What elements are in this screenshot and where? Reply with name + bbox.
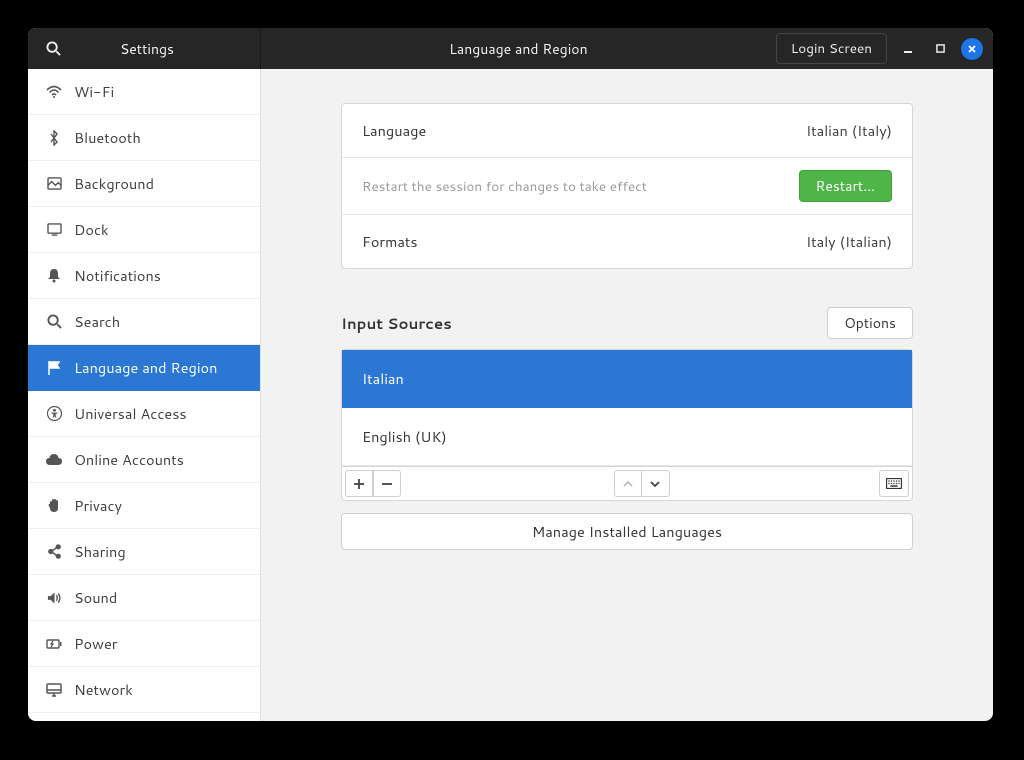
formats-row[interactable]: Formats Italy (Italian) [342,215,912,268]
dock-icon [42,223,66,236]
wifi-icon [42,84,66,100]
speaker-icon [42,591,66,605]
sidebar-item-label: Power [74,633,117,654]
sidebar-item-privacy[interactable]: Privacy [28,483,260,529]
page-title: Language and Region [261,39,776,59]
language-formats-box: Language Italian (Italy) Restart the ses… [341,103,913,269]
sidebar-item-label: Language and Region [74,357,217,378]
input-sources-toolbar [341,467,913,501]
input-source-item[interactable]: Italian [342,350,912,408]
formats-label: Formats [362,231,418,252]
accessibility-icon [42,406,66,421]
sidebar-item-label: Background [74,173,154,194]
sidebar-item-background[interactable]: Background [28,161,260,207]
restart-row: Restart the session for changes to take … [342,158,912,215]
cloud-icon [42,454,66,466]
header-left: Settings [28,28,261,69]
sidebar-item-label: Notifications [74,265,161,286]
sidebar-item-notifications[interactable]: Notifications [28,253,260,299]
restart-message: Restart the session for changes to take … [362,177,647,196]
manage-languages-button[interactable]: Manage Installed Languages [341,513,913,550]
minimize-button[interactable] [897,38,919,60]
language-value: Italian (Italy) [806,120,892,141]
input-sources-header: Input Sources Options [341,307,913,339]
sidebar-item-label: Sharing [74,541,126,562]
sidebar-item-label: Search [74,311,120,332]
background-icon [42,177,66,190]
header-bar: Settings Language and Region Login Scree… [28,28,993,69]
input-sources-list: Italian English (UK) [341,349,913,467]
sidebar-item-label: Dock [74,219,109,240]
add-input-source-button[interactable] [345,470,373,497]
header-right: Language and Region Login Screen [261,28,993,69]
sidebar-item-online-accounts[interactable]: Online Accounts [28,437,260,483]
close-button[interactable] [961,38,983,60]
sidebar-item-label: Online Accounts [74,449,184,470]
hand-icon [42,498,66,513]
sidebar-title: Settings [72,39,260,59]
move-down-button[interactable] [642,470,670,497]
remove-input-source-button[interactable] [373,470,401,497]
sidebar-item-label: Sound [74,587,117,608]
sidebar-item-network[interactable]: Network [28,667,260,713]
move-up-button[interactable] [614,470,642,497]
formats-value: Italy (Italian) [806,231,892,252]
sidebar-item-label: Privacy [74,495,122,516]
sidebar-item-power[interactable]: Power [28,621,260,667]
sidebar-item-label: Network [74,679,133,700]
search-icon-button[interactable] [34,28,72,69]
bluetooth-icon [42,130,66,146]
sidebar-item-label: Wi-Fi [74,81,114,102]
battery-icon [42,639,66,649]
options-button[interactable]: Options [827,307,913,339]
sidebar-item-sharing[interactable]: Sharing [28,529,260,575]
sidebar-item-universal-access[interactable]: Universal Access [28,391,260,437]
network-icon [42,683,66,697]
share-icon [42,544,66,559]
login-screen-button[interactable]: Login Screen [776,33,887,64]
settings-window: Settings Language and Region Login Scree… [28,28,993,721]
keyboard-layout-button[interactable] [879,470,909,497]
sidebar-item-wifi[interactable]: Wi-Fi [28,69,260,115]
search-icon [42,314,66,329]
language-label: Language [362,120,426,141]
sidebar-item-label: Bluetooth [74,127,141,148]
language-row[interactable]: Language Italian (Italy) [342,104,912,158]
flag-icon [42,360,66,375]
input-source-item[interactable]: English (UK) [342,408,912,466]
input-source-label: Italian [362,368,404,389]
sidebar-item-bluetooth[interactable]: Bluetooth [28,115,260,161]
input-sources-title: Input Sources [341,313,452,334]
sidebar-item-dock[interactable]: Dock [28,207,260,253]
bell-icon [42,268,66,283]
sidebar-item-language-region[interactable]: Language and Region [28,345,260,391]
sidebar-item-label: Universal Access [74,403,187,424]
main-content: Language Italian (Italy) Restart the ses… [261,69,993,721]
sidebar-item-sound[interactable]: Sound [28,575,260,621]
sidebar: Wi-Fi Bluetooth Background Dock Notifica… [28,69,261,721]
maximize-button[interactable] [929,38,951,60]
input-source-label: English (UK) [362,426,447,447]
restart-button[interactable]: Restart… [799,170,892,202]
sidebar-item-search[interactable]: Search [28,299,260,345]
